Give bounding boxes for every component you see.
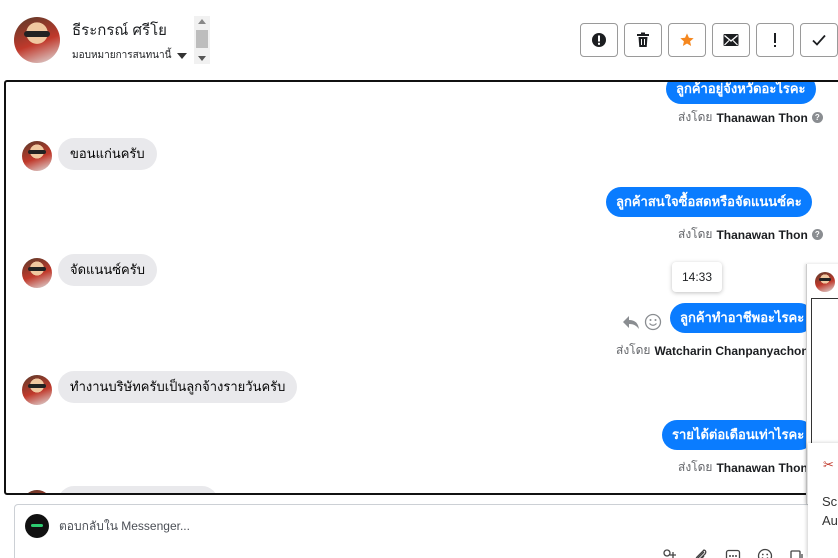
reply-icon[interactable] (622, 314, 640, 330)
scroll-down-arrow-icon[interactable] (198, 56, 206, 61)
message-thread[interactable]: ลูกค้าอยู่จังหวัดอะไรคะ ส่งโดย Thanawan … (4, 80, 838, 495)
message-avatar[interactable] (22, 375, 52, 405)
contact-avatar[interactable] (14, 17, 60, 63)
page-logo (25, 514, 49, 538)
conversation-toolbar (580, 23, 838, 57)
incoming-message[interactable]: ทำงานบริษัทครับเป็นลูกจ้างรายวันครับ (58, 371, 298, 403)
sent-by-label: ส่งโดย Watcharin Chanpanyachon (616, 341, 809, 360)
mark-spam-button[interactable] (580, 23, 618, 57)
sender-name: Thanawan Thon (716, 460, 808, 475)
contact-avatar-small (22, 490, 52, 493)
conversation-header: ธีระกรณ์ ศรีโย มอบหมายการสนทนานี้ (0, 0, 838, 80)
incoming-message[interactable]: จัดแนนซ์ครับ (58, 254, 157, 286)
info-icon[interactable]: ? (811, 229, 823, 240)
info-icon[interactable]: ? (811, 112, 823, 123)
emoji-icon[interactable] (757, 548, 773, 558)
trash-icon (637, 32, 649, 47)
sender-name: Thanawan Thon (716, 227, 808, 242)
follow-up-button[interactable] (756, 23, 794, 57)
saved-replies-icon[interactable] (725, 548, 741, 558)
attachment-icon[interactable] (693, 548, 709, 558)
outgoing-message[interactable]: รายได้ต่อเดือนเท่าไรคะ (662, 420, 815, 450)
message-avatar[interactable] (22, 141, 52, 171)
timestamp-tooltip: 14:33 (672, 262, 723, 292)
exclamation-circle-icon (592, 33, 606, 47)
notification-line-1: Sc (822, 494, 838, 509)
assign-conversation-dropdown[interactable]: มอบหมายการสนทนานี้ (72, 48, 188, 63)
add-person-icon[interactable] (661, 548, 677, 558)
sent-by-prefix: ส่งโดย (678, 227, 713, 241)
contact-avatar-small (22, 258, 52, 288)
incoming-message-partial[interactable] (58, 486, 218, 493)
more-options-icon[interactable] (789, 548, 805, 558)
message-avatar[interactable] (22, 490, 52, 493)
sender-name: Watcharin Chanpanyachon (654, 343, 809, 358)
reply-input[interactable] (59, 515, 459, 537)
mark-unread-button[interactable] (712, 23, 750, 57)
contact-avatar-small (22, 141, 52, 171)
delete-button[interactable] (624, 23, 662, 57)
sent-by-label: ส่งโดย Thanawan Thon (678, 458, 808, 477)
composer-tools (661, 548, 805, 558)
snipping-tool-icon: ✂ (823, 457, 834, 472)
outgoing-message[interactable]: ลูกค้าสนใจซื้อสดหรือจัดแนนซ์คะ (606, 187, 812, 217)
contact-avatar-mini (815, 272, 835, 292)
message-avatar[interactable] (22, 258, 52, 288)
sender-name: Thanawan Thon (716, 110, 808, 125)
outgoing-message[interactable]: ลูกค้าทำอาชีพอะไรคะ (670, 303, 815, 333)
scroll-up-arrow-icon[interactable] (198, 19, 206, 24)
sent-by-label: ส่งโดย Thanawan Thon ? (678, 225, 823, 244)
sent-by-label: ส่งโดย Thanawan Thon ? (678, 108, 823, 127)
sent-by-prefix: ส่งโดย (616, 343, 651, 357)
exclamation-icon (774, 33, 776, 47)
mark-done-button[interactable] (800, 23, 838, 57)
envelope-icon (723, 34, 739, 46)
star-button[interactable] (668, 23, 706, 57)
sent-by-prefix: ส่งโดย (678, 110, 713, 124)
sent-by-prefix: ส่งโดย (678, 460, 713, 474)
contact-avatar-small (22, 375, 52, 405)
assign-label: มอบหมายการสนทนานี้ (72, 50, 172, 61)
outgoing-message[interactable]: ลูกค้าอยู่จังหวัดอะไรคะ (666, 82, 816, 104)
header-scrollbar[interactable] (194, 16, 210, 64)
react-smiley-icon[interactable] (644, 313, 662, 331)
incoming-message[interactable]: ขอนแก่นครับ (58, 138, 157, 170)
reply-composer (14, 504, 834, 558)
checkmark-icon (812, 34, 826, 46)
side-chat-avatar[interactable] (815, 272, 835, 292)
star-icon (680, 33, 694, 46)
caret-down-icon (177, 52, 188, 59)
notification-popup[interactable]: ✂ Sc Au (808, 443, 838, 558)
contact-name[interactable]: ธีระกรณ์ ศรีโย (72, 18, 167, 42)
scroll-thumb[interactable] (196, 30, 208, 48)
notification-line-2: Au (822, 513, 838, 528)
